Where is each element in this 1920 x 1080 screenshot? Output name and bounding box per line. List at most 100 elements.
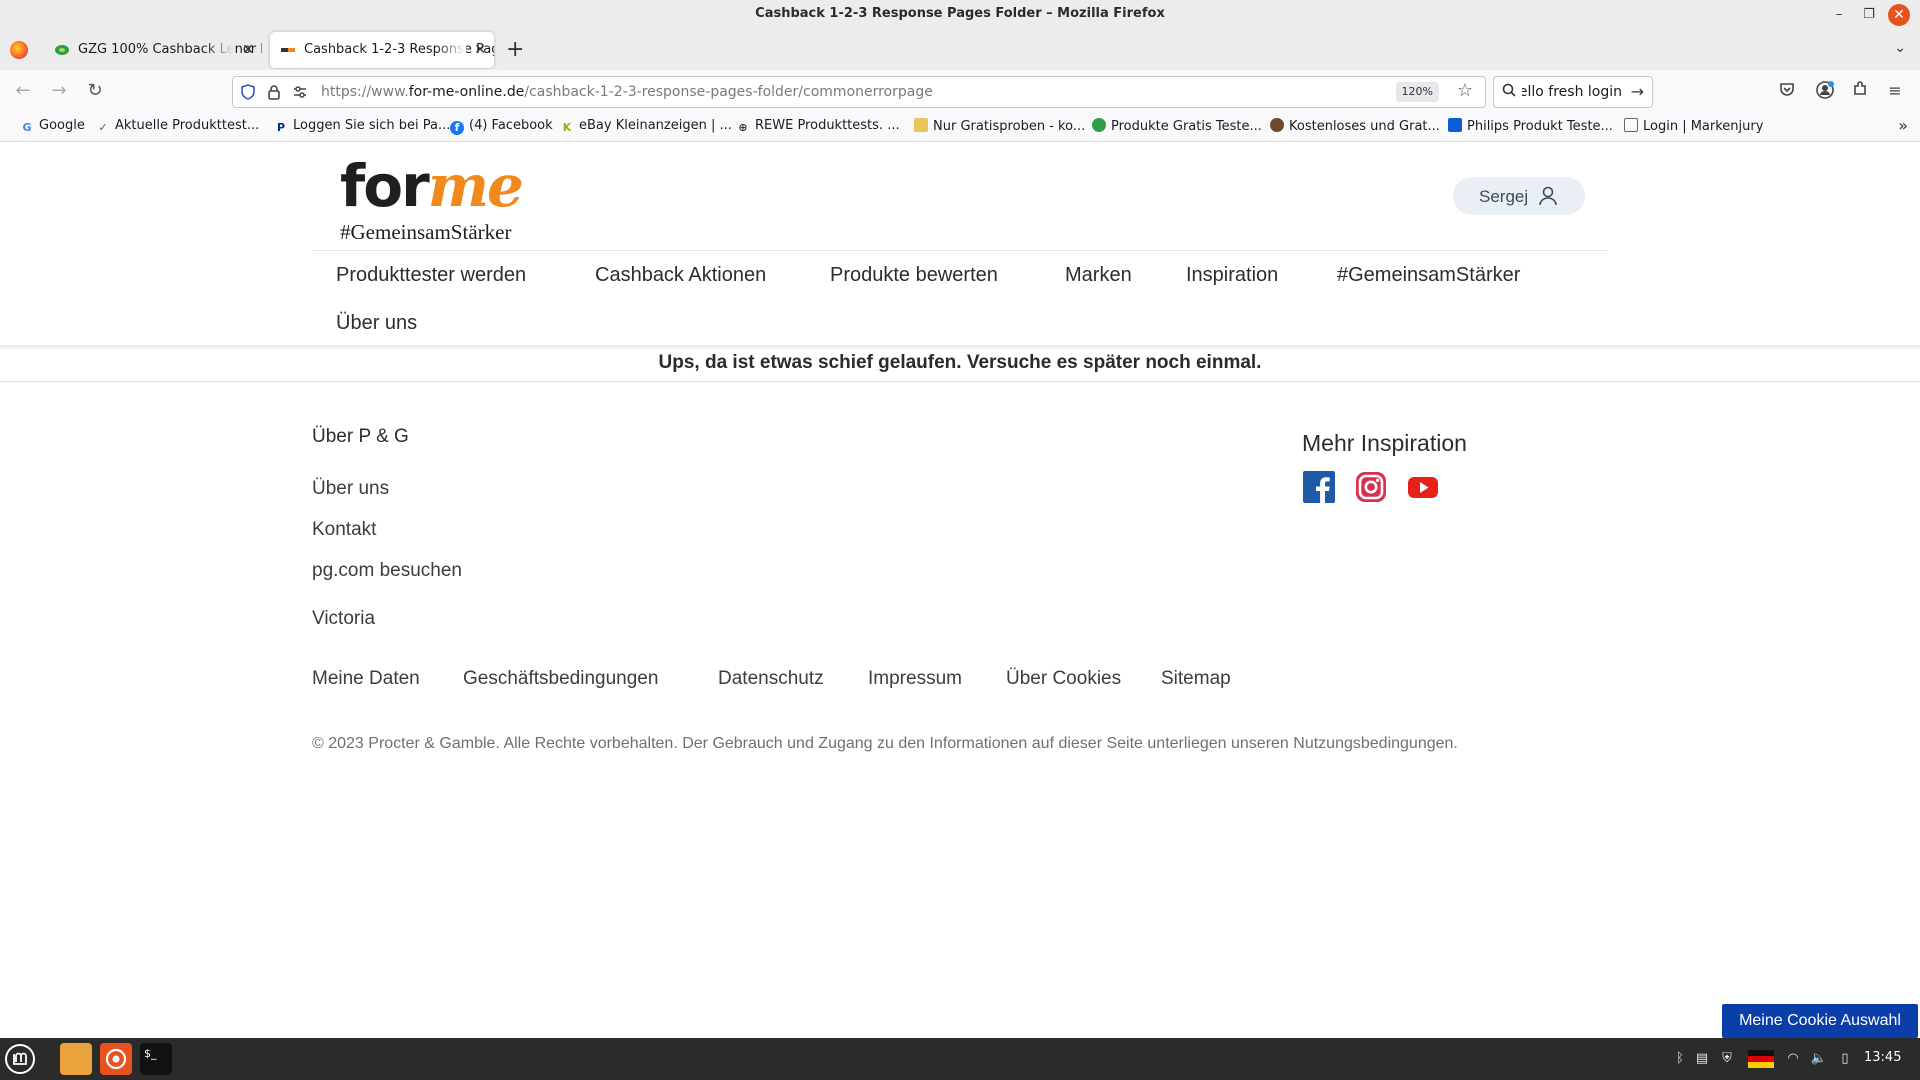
instagram-icon[interactable]: [1354, 470, 1388, 504]
logo-tagline: #GemeinsamStärker: [340, 220, 512, 244]
lock-icon[interactable]: [265, 83, 283, 101]
navigation-toolbar: ← → ↻ https://www.for-me-online.de/cashb…: [0, 70, 1920, 112]
bookmark-label: Login | Markenjury: [1643, 119, 1764, 134]
volume-icon[interactable]: 🔈: [1810, 1050, 1828, 1068]
window-titlebar: Cashback 1-2-3 Response Pages Folder – M…: [0, 0, 1920, 30]
nav-gemeinsam-staerker[interactable]: #GemeinsamStärker: [1337, 264, 1520, 287]
extensions-icon[interactable]: [1849, 80, 1871, 102]
permissions-icon[interactable]: [291, 83, 309, 101]
zoom-level-badge[interactable]: 120%: [1395, 82, 1439, 102]
bookmark-facebook[interactable]: f (4) Facebook: [450, 118, 553, 135]
facebook-icon[interactable]: [1302, 470, 1336, 504]
bookmark-produkte-gratis[interactable]: Produkte Gratis Teste...: [1092, 118, 1262, 134]
files-folder-icon[interactable]: [60, 1043, 92, 1075]
error-message: Ups, da ist etwas schief gelaufen. Versu…: [658, 352, 1262, 373]
firefox-taskbar-icon[interactable]: [100, 1043, 132, 1075]
url-path: /cashback-1-2-3-response-pages-folder/co…: [524, 84, 933, 100]
folder-icon: [914, 118, 928, 132]
reload-icon[interactable]: ↻: [84, 80, 106, 102]
url-bar[interactable]: https://www.for-me-online.de/cashback-1-…: [232, 76, 1486, 108]
mascot-icon: [1270, 118, 1284, 132]
bookmark-kostenloses[interactable]: Kostenloses und Grat...: [1270, 118, 1440, 134]
mint-menu-icon[interactable]: [4, 1043, 36, 1075]
google-icon: G: [22, 121, 32, 134]
url-text[interactable]: https://www.for-me-online.de/cashback-1-…: [321, 84, 933, 100]
nav-ueber-uns[interactable]: Über uns: [336, 312, 417, 335]
footer-link-pg-com[interactable]: pg.com besuchen: [312, 560, 462, 582]
new-tab-icon[interactable]: +: [506, 38, 524, 62]
bookmark-google[interactable]: G Google: [20, 118, 84, 135]
bookmark-ebay-kleinanzeigen[interactable]: KeBay Kleinanzeigen | ...: [560, 118, 732, 135]
bookmark-paypal[interactable]: P Loggen Sie sich bei Pa...: [274, 118, 450, 135]
bookmark-label: Aktuelle Produkttest...: [115, 118, 260, 133]
footer-ueber-cookies[interactable]: Über Cookies: [1006, 668, 1121, 690]
tab-label: GZG 100% Cashback Lenor F: [78, 42, 262, 57]
maximize-icon[interactable]: ❐: [1858, 4, 1880, 26]
footer-meine-daten[interactable]: Meine Daten: [312, 668, 420, 690]
user-name: Sergej: [1479, 187, 1529, 206]
globe-icon: ⊕: [738, 121, 748, 134]
nav-inspiration[interactable]: Inspiration: [1186, 264, 1278, 287]
bluetooth-icon[interactable]: ᛒ: [1672, 1050, 1688, 1068]
search-go-arrow-icon[interactable]: →: [1631, 82, 1644, 101]
shield-icon[interactable]: ⛨: [1718, 1050, 1736, 1068]
footer-sitemap[interactable]: Sitemap: [1161, 668, 1231, 690]
clipboard-icon[interactable]: ▤: [1694, 1050, 1710, 1068]
kleinanzeigen-icon: K: [562, 121, 572, 134]
shield-icon: [1448, 118, 1462, 132]
nav-produkte-bewerten[interactable]: Produkte bewerten: [830, 264, 998, 287]
bookmark-rewe[interactable]: ⊕ REWE Produkttests. ...: [736, 118, 900, 135]
footer-link-ueber-uns[interactable]: Über uns: [312, 478, 389, 500]
bookmark-label: REWE Produkttests. ...: [755, 118, 900, 133]
footer-impressum[interactable]: Impressum: [868, 668, 962, 690]
close-tab-icon[interactable]: ✕: [242, 32, 254, 68]
nav-produkttester-werden[interactable]: Produkttester werden: [336, 264, 526, 287]
account-icon[interactable]: [1814, 80, 1836, 102]
pocket-icon[interactable]: [1776, 80, 1798, 102]
bookmark-label: Produkte Gratis Teste...: [1111, 119, 1262, 134]
tab-cashback-response[interactable]: Cashback 1-2-3 Response Pag ✕: [270, 32, 494, 68]
bookmark-label: Kostenloses und Grat...: [1289, 119, 1440, 134]
nav-marken[interactable]: Marken: [1065, 264, 1132, 287]
footer-geschaeftsbedingungen[interactable]: Geschäftsbedingungen: [463, 668, 658, 690]
back-arrow-icon[interactable]: ←: [12, 80, 34, 102]
tab-gzg-cashback[interactable]: GZG 100% Cashback Lenor F ✕: [44, 32, 262, 68]
cookie-settings-button[interactable]: Meine Cookie Auswahl: [1722, 1004, 1918, 1038]
forme-logo[interactable]: forme #GemeinsamStärker: [340, 154, 530, 244]
bookmark-star-icon[interactable]: ☆: [1457, 80, 1473, 101]
close-window-icon[interactable]: ✕: [1888, 4, 1910, 26]
paypal-icon: P: [276, 121, 286, 134]
url-host: for-me-online.de: [408, 84, 525, 100]
bookmarks-toolbar: G Google ✓ Aktuelle Produkttest... P Loggen…: [0, 112, 1920, 142]
footer-link-kontakt[interactable]: Kontakt: [312, 519, 376, 541]
bookmark-label: (4) Facebook: [469, 118, 553, 133]
nav-cashback-aktionen[interactable]: Cashback Aktionen: [595, 264, 766, 287]
wifi-icon[interactable]: ◠: [1784, 1050, 1802, 1068]
hamburger-menu-icon[interactable]: ≡: [1884, 80, 1906, 102]
clock[interactable]: 13:45: [1864, 1050, 1901, 1065]
logo-wordmark: forme: [340, 154, 524, 218]
search-input[interactable]: hello fresh login: [1522, 84, 1622, 100]
user-account-button[interactable]: Sergej: [1453, 177, 1585, 215]
bookmark-aktuelle-produkttest[interactable]: ✓ Aktuelle Produkttest...: [96, 118, 259, 135]
chevron-right-double-icon[interactable]: »: [1898, 116, 1908, 135]
forward-arrow-icon[interactable]: →: [48, 80, 70, 102]
close-tab-icon[interactable]: ✕: [474, 32, 486, 68]
minimize-icon[interactable]: –: [1828, 4, 1850, 26]
youtube-icon[interactable]: [1406, 470, 1440, 504]
header-shadow: [0, 345, 1920, 350]
footer-datenschutz[interactable]: Datenschutz: [718, 668, 824, 690]
keyboard-layout-de-icon[interactable]: [1748, 1050, 1774, 1068]
footer-link-victoria[interactable]: Victoria: [312, 608, 375, 630]
bookmark-markenjury[interactable]: Login | Markenjury: [1624, 118, 1763, 134]
firefox-view-icon[interactable]: [10, 41, 28, 59]
search-icon: [1502, 83, 1516, 97]
power-icon[interactable]: ▯: [1836, 1050, 1854, 1068]
chevron-down-icon[interactable]: ⌄: [1894, 40, 1906, 56]
leaf-icon: [1092, 118, 1106, 132]
search-bar[interactable]: hello fresh login →: [1493, 76, 1653, 108]
tracking-shield-icon[interactable]: [239, 83, 257, 101]
terminal-icon[interactable]: $_: [140, 1043, 172, 1075]
bookmark-philips[interactable]: Philips Produkt Teste...: [1448, 118, 1613, 134]
bookmark-gratisproben[interactable]: Nur Gratisproben - ko...: [914, 118, 1085, 134]
